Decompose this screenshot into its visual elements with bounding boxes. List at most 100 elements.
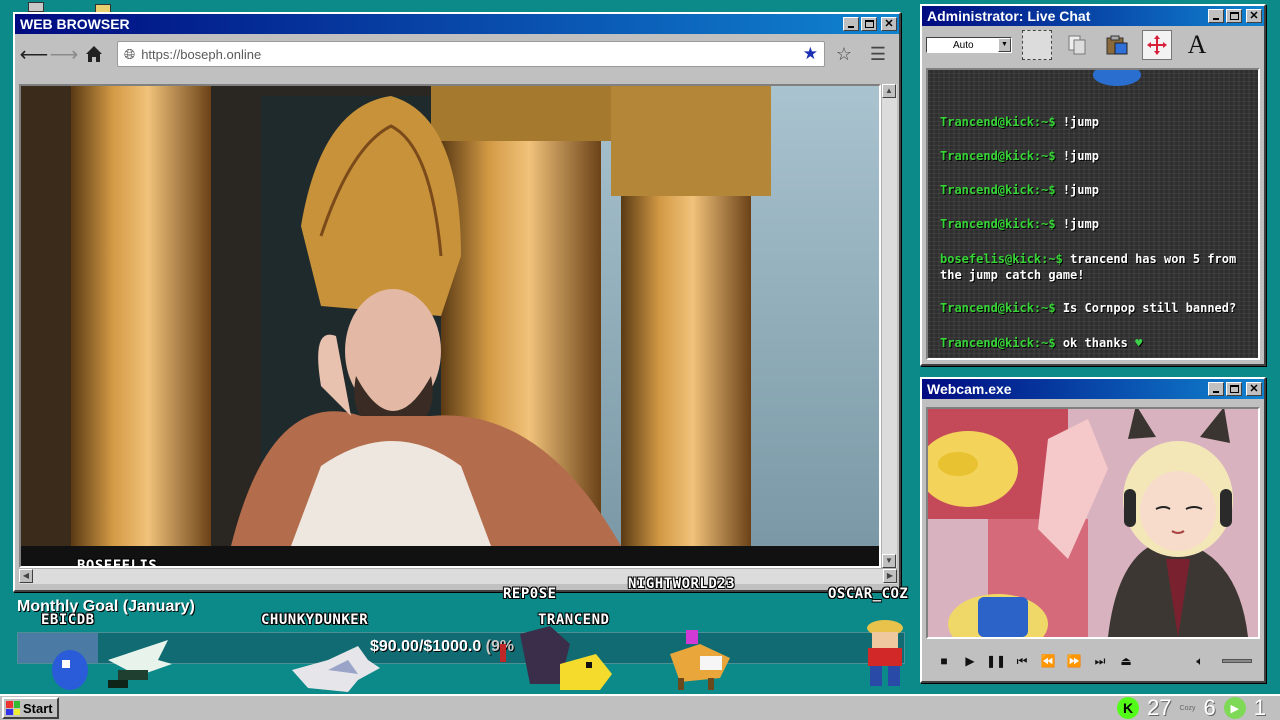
vertical-scrollbar[interactable]: ▲ ▼ xyxy=(881,84,897,568)
goal-amount-value: $90.00/$1000.0 xyxy=(370,638,482,655)
start-label: Start xyxy=(23,700,53,716)
volume-icon[interactable]: 🔈︎ xyxy=(1190,651,1210,671)
chat-log[interactable]: Trancend@kick:~$ !jump Trancend@kick:~$ … xyxy=(926,68,1260,360)
maximize-button[interactable] xyxy=(1226,9,1242,23)
volume-slider[interactable] xyxy=(1222,659,1252,663)
video-frame xyxy=(21,86,879,566)
paste-icon[interactable] xyxy=(1102,30,1132,60)
runner-sprite-chunkydunker xyxy=(292,646,380,692)
system-tray: K 27 Cozy 6 ▶ 1 xyxy=(1117,695,1280,720)
green-heart-icon: ♥ xyxy=(1135,336,1143,350)
url-text[interactable]: https://boseph.online xyxy=(141,47,803,62)
chat-message: Trancend@kick:~$ !jump xyxy=(940,148,1246,164)
scroll-up-icon[interactable]: ▲ xyxy=(882,84,896,98)
close-button[interactable]: ✕ xyxy=(1246,382,1262,396)
address-bar[interactable]: 🌐︎ https://boseph.online ★ xyxy=(117,41,825,67)
chat-text: ok thanks xyxy=(1062,336,1128,350)
bookmark-star-icon[interactable]: ★ xyxy=(803,44,818,64)
rewind-icon[interactable]: ⏪ xyxy=(1038,651,1058,671)
minimize-button[interactable] xyxy=(843,17,859,31)
back-icon[interactable]: ⟵ xyxy=(20,41,49,67)
follower-count: 6 xyxy=(1203,695,1216,720)
chat-text: !jump xyxy=(1062,217,1099,231)
scroll-down-icon[interactable]: ▼ xyxy=(882,554,896,568)
chat-username[interactable]: Trancend@kick:~$ xyxy=(940,301,1056,315)
close-button[interactable]: ✕ xyxy=(881,17,897,31)
globe-icon: 🌐︎ xyxy=(124,45,136,62)
webcam-window: Webcam.exe ✕ ■ ▶ ❚❚ ⏮ ⏪ ⏩ ⏭ ⏏ 🔈︎ xyxy=(920,377,1266,683)
live-chat-window: Administrator: Live Chat ✕ Auto ▼ A Tran… xyxy=(920,4,1266,366)
close-button[interactable]: ✕ xyxy=(1246,9,1262,23)
chat-toolbar: Auto ▼ A xyxy=(922,26,1264,64)
chat-username[interactable]: Trancend@kick:~$ xyxy=(940,149,1056,163)
desktop-computer-icon[interactable] xyxy=(28,2,44,12)
chat-username[interactable]: Trancend@kick:~$ xyxy=(940,217,1056,231)
fast-forward-icon[interactable]: ⏩ xyxy=(1064,651,1084,671)
play-circle-icon[interactable]: ▶ xyxy=(1223,697,1246,719)
copy-icon[interactable] xyxy=(1062,30,1092,60)
chat-title: Administrator: Live Chat xyxy=(927,8,1091,24)
webcam-titlebar[interactable]: Webcam.exe ✕ xyxy=(922,379,1264,399)
chevron-down-icon[interactable]: ▼ xyxy=(998,38,1011,52)
webcam-avatar-image xyxy=(928,409,1258,637)
move-icon[interactable] xyxy=(1142,30,1172,60)
stop-icon[interactable]: ■ xyxy=(934,651,954,671)
runner-sprite-ebicdb xyxy=(52,640,172,690)
start-button[interactable]: Start xyxy=(2,697,59,719)
runner-name: NIGHTWORLD23 xyxy=(628,576,736,592)
zoom-select[interactable]: Auto ▼ xyxy=(926,37,1012,53)
kick-logo-icon[interactable]: K xyxy=(1117,697,1140,719)
chat-username[interactable]: Trancend@kick:~$ xyxy=(940,336,1056,350)
horizontal-scrollbar[interactable]: ◀ ▶ xyxy=(19,568,897,584)
runner-sprite-nightworld xyxy=(670,630,730,690)
goal-amount: $90.00/$1000.0 (9% xyxy=(370,638,514,656)
chat-text: !jump xyxy=(1062,149,1099,163)
forward-icon[interactable]: ⟶ xyxy=(50,41,79,67)
chat-message: Trancend@kick:~$ !jump xyxy=(940,216,1246,232)
home-icon[interactable] xyxy=(81,41,107,67)
chat-text: Is Cornpop still banned? xyxy=(1062,301,1237,315)
taskbar: Start K 27 Cozy 6 ▶ 1 xyxy=(0,694,1280,720)
chat-message: Trancend@kick:~$ !jump xyxy=(940,114,1246,130)
chat-message: Trancend@kick:~$ Is Cornpop still banned… xyxy=(940,300,1246,316)
text-tool-icon[interactable]: A xyxy=(1182,30,1212,60)
runner-sprite-oscar xyxy=(867,620,903,686)
chat-emote-image xyxy=(1093,70,1141,86)
media-controls: ■ ▶ ❚❚ ⏮ ⏪ ⏩ ⏭ ⏏ 🔈︎ xyxy=(926,643,1260,679)
maximize-button[interactable] xyxy=(861,17,877,31)
webcam-view xyxy=(926,407,1260,639)
chat-username[interactable]: Trancend@kick:~$ xyxy=(940,183,1056,197)
video-overlay-name: BOSEFELIS xyxy=(77,558,158,568)
chat-username[interactable]: bosefelis@kick:~$ xyxy=(940,252,1063,266)
runner-sprite-trancend xyxy=(500,626,612,690)
viewer-count: 27 xyxy=(1147,695,1172,720)
skip-forward-icon[interactable]: ⏭ xyxy=(1090,651,1110,671)
runner-name: EBICDB xyxy=(41,612,95,628)
skip-back-icon[interactable]: ⏮ xyxy=(1012,651,1032,671)
scroll-right-icon[interactable]: ▶ xyxy=(883,569,897,583)
chat-username[interactable]: Trancend@kick:~$ xyxy=(940,115,1056,129)
sub-count: 1 xyxy=(1253,695,1266,720)
maximize-button[interactable] xyxy=(1226,382,1242,396)
minimize-button[interactable] xyxy=(1208,382,1224,396)
chat-titlebar[interactable]: Administrator: Live Chat ✕ xyxy=(922,6,1264,26)
minimize-button[interactable] xyxy=(1208,9,1224,23)
scroll-left-icon[interactable]: ◀ xyxy=(19,569,33,583)
zoom-select-value: Auto xyxy=(953,39,974,51)
runner-name: OSCAR_COZ xyxy=(828,586,909,602)
select-tool-icon[interactable] xyxy=(1022,30,1052,60)
cozy-label: Cozy xyxy=(1179,704,1196,712)
browser-navbar: ⟵ ⟶ 🌐︎ https://boseph.online ★ ☆ ☰ xyxy=(15,34,899,74)
chat-message: Trancend@kick:~$ !jump xyxy=(940,182,1246,198)
browser-title: WEB BROWSER xyxy=(20,16,130,32)
windows-logo-icon xyxy=(6,701,20,715)
runner-name: CHUNKYDUNKER xyxy=(261,612,369,628)
play-icon[interactable]: ▶ xyxy=(960,651,980,671)
pause-icon[interactable]: ❚❚ xyxy=(986,651,1006,671)
video-player[interactable]: BOSEFELIS xyxy=(19,84,881,568)
menu-icon[interactable]: ☰ xyxy=(863,41,893,67)
eject-icon[interactable]: ⏏ xyxy=(1116,651,1136,671)
favorites-star-icon[interactable]: ☆ xyxy=(829,41,859,67)
browser-titlebar[interactable]: WEB BROWSER ✕ xyxy=(15,14,899,34)
chat-text: !jump xyxy=(1062,183,1099,197)
